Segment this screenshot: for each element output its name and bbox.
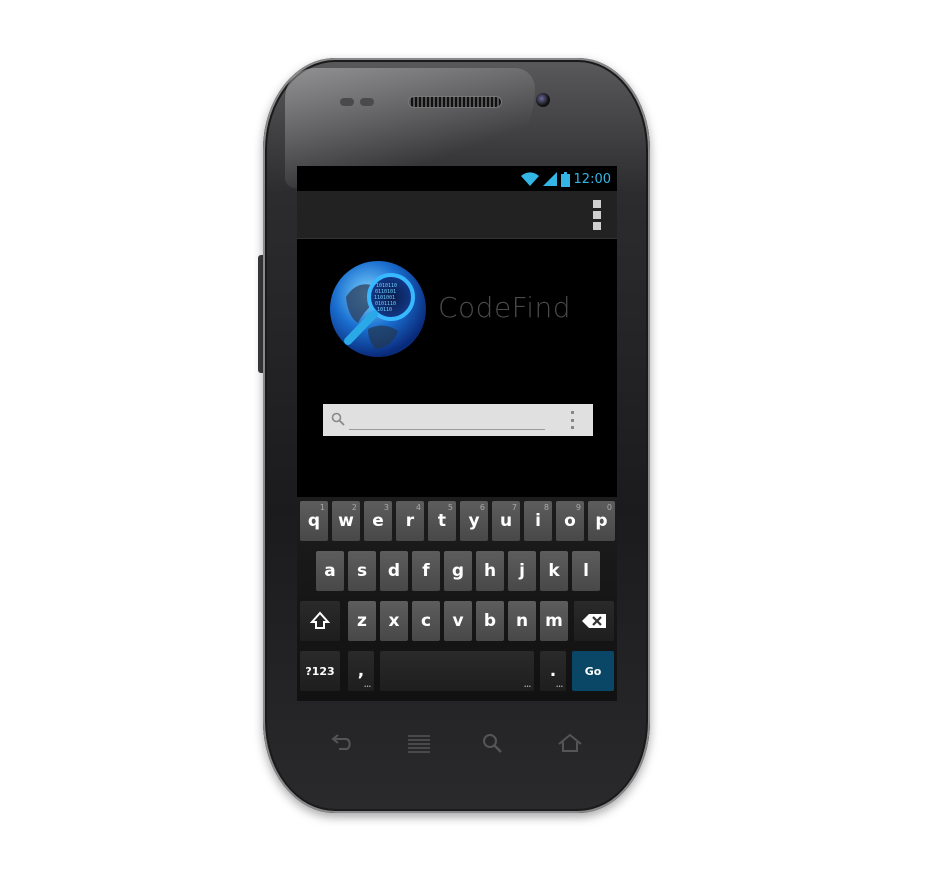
key-o[interactable]: 9o bbox=[556, 501, 584, 541]
key-l[interactable]: l bbox=[572, 551, 600, 591]
soft-keyboard: 1q 2w 3e 4r 5t 6y 7u 8i 9o 0p a s d f g … bbox=[297, 497, 617, 701]
key-w[interactable]: 2w bbox=[332, 501, 360, 541]
app-title: CodeFind bbox=[438, 291, 572, 324]
light-sensor bbox=[360, 98, 374, 106]
search-box[interactable] bbox=[323, 404, 593, 436]
go-key[interactable]: Go bbox=[572, 651, 614, 691]
home-icon[interactable] bbox=[557, 733, 583, 753]
period-key[interactable]: .… bbox=[540, 651, 566, 691]
search-hardware-icon[interactable] bbox=[482, 733, 504, 753]
search-icon bbox=[331, 412, 345, 426]
status-time: 12:00 bbox=[573, 171, 611, 187]
globe-magnifier-logo: 1010110 0110101 1101001 0101110 10110 bbox=[330, 261, 426, 357]
back-icon[interactable] bbox=[329, 733, 355, 753]
key-e[interactable]: 3e bbox=[364, 501, 392, 541]
backspace-key[interactable] bbox=[574, 601, 614, 641]
key-m[interactable]: m bbox=[540, 601, 568, 641]
backspace-icon bbox=[582, 614, 606, 628]
key-d[interactable]: d bbox=[380, 551, 408, 591]
spacebar-key[interactable]: … bbox=[380, 651, 534, 691]
key-i[interactable]: 8i bbox=[524, 501, 552, 541]
key-v[interactable]: v bbox=[444, 601, 472, 641]
key-n[interactable]: n bbox=[508, 601, 536, 641]
key-c[interactable]: c bbox=[412, 601, 440, 641]
key-g[interactable]: g bbox=[444, 551, 472, 591]
front-camera bbox=[536, 93, 550, 107]
key-p[interactable]: 0p bbox=[588, 501, 615, 541]
wifi-icon bbox=[520, 172, 539, 186]
menu-icon[interactable] bbox=[406, 733, 432, 753]
key-h[interactable]: h bbox=[476, 551, 504, 591]
key-q[interactable]: 1q bbox=[300, 501, 328, 541]
key-y[interactable]: 6y bbox=[460, 501, 488, 541]
status-bar: 12:00 bbox=[297, 166, 617, 191]
search-input[interactable] bbox=[349, 410, 545, 430]
key-k[interactable]: k bbox=[540, 551, 568, 591]
overflow-menu-icon[interactable] bbox=[593, 200, 601, 230]
shift-key[interactable] bbox=[300, 601, 340, 641]
key-f[interactable]: f bbox=[412, 551, 440, 591]
key-z[interactable]: z bbox=[348, 601, 376, 641]
proximity-sensor bbox=[340, 98, 354, 106]
key-a[interactable]: a bbox=[316, 551, 344, 591]
key-j[interactable]: j bbox=[508, 551, 536, 591]
key-s[interactable]: s bbox=[348, 551, 376, 591]
earpiece-speaker bbox=[408, 96, 502, 108]
key-b[interactable]: b bbox=[476, 601, 504, 641]
comma-key[interactable]: ,… bbox=[348, 651, 374, 691]
key-x[interactable]: x bbox=[380, 601, 408, 641]
search-more-icon[interactable] bbox=[571, 411, 575, 429]
key-r[interactable]: 4r bbox=[396, 501, 424, 541]
key-t[interactable]: 5t bbox=[428, 501, 456, 541]
key-u[interactable]: 7u bbox=[492, 501, 520, 541]
symbols-key[interactable]: ?123 bbox=[300, 651, 340, 691]
battery-icon bbox=[560, 171, 570, 187]
svg-text:10110: 10110 bbox=[377, 307, 392, 313]
action-bar bbox=[297, 191, 617, 239]
signal-icon bbox=[542, 172, 557, 186]
phone-screen: 12:00 1010110 0110101 1101001 0101110 10… bbox=[297, 166, 617, 701]
shift-icon bbox=[310, 611, 330, 629]
